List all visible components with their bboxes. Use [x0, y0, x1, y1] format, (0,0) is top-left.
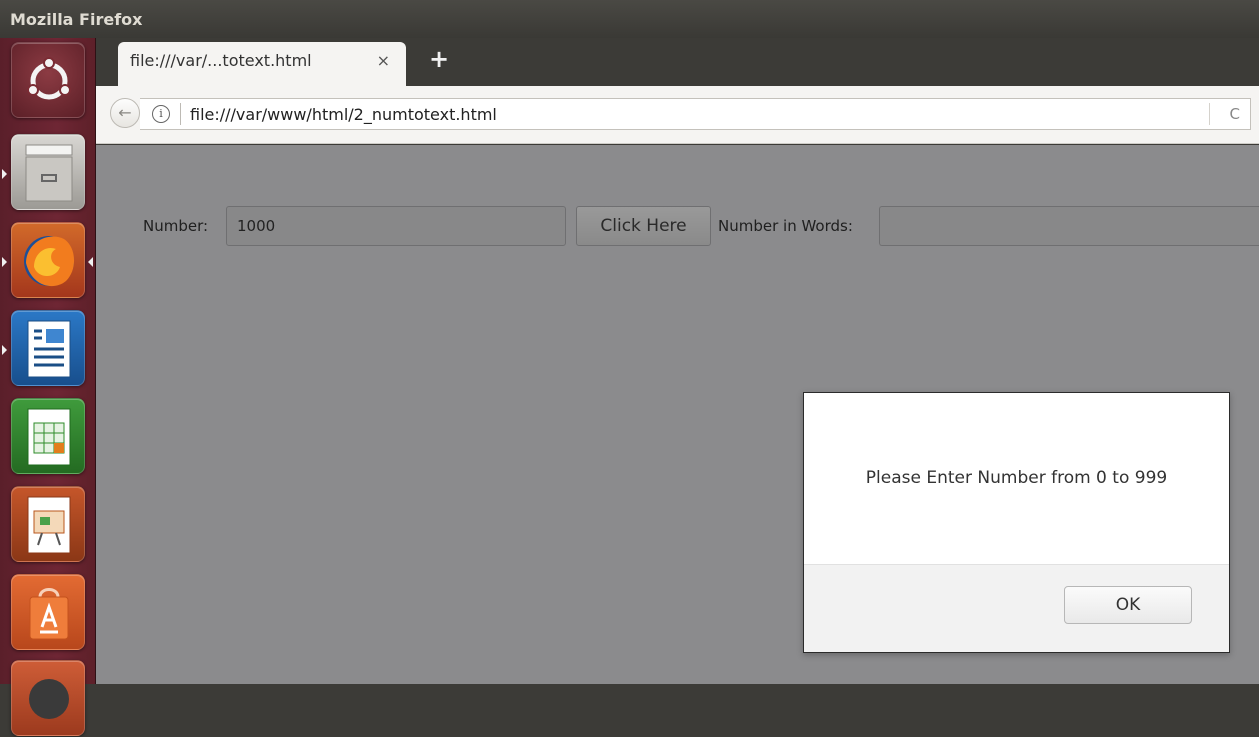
running-indicator [2, 345, 7, 355]
number-in-words-output[interactable] [879, 206, 1259, 246]
close-tab-icon[interactable]: × [377, 42, 390, 80]
launcher-firefox-button[interactable] [11, 222, 85, 298]
focused-indicator [88, 257, 93, 267]
launcher-files-button[interactable] [11, 134, 85, 210]
page-content: Number: 1000 Click Here Number in Words:… [96, 145, 1259, 684]
ok-button[interactable]: OK [1064, 586, 1192, 624]
writer-document-icon [27, 320, 71, 378]
unity-launcher [0, 38, 96, 736]
launcher-ubuntu-button[interactable] [11, 42, 85, 118]
site-info-icon[interactable]: i [152, 105, 170, 123]
url-separator [180, 103, 181, 125]
file-cabinet-icon [25, 144, 73, 202]
launcher-help-button[interactable] [11, 660, 85, 736]
navigation-bar: ← i file:///var/www/html/2_numtotext.htm… [96, 86, 1259, 144]
help-icon [29, 679, 69, 719]
calc-spreadsheet-icon [27, 408, 71, 466]
back-arrow-icon[interactable]: ← [110, 98, 140, 128]
impress-presentation-icon [27, 496, 71, 554]
new-tab-button[interactable]: + [428, 47, 450, 71]
launcher-calc-button[interactable] [11, 398, 85, 474]
url-text[interactable]: file:///var/www/html/2_numtotext.html [190, 99, 497, 130]
click-here-button[interactable]: Click Here [576, 206, 711, 246]
running-indicator [2, 169, 7, 179]
alert-footer: OK [804, 564, 1229, 652]
launcher-software-button[interactable] [11, 574, 85, 650]
tab-strip: file:///var/...totext.html × + [96, 38, 1259, 86]
address-bar[interactable]: i file:///var/www/html/2_numtotext.html … [140, 98, 1251, 130]
launcher-writer-button[interactable] [11, 310, 85, 386]
firefox-icon [24, 236, 75, 287]
number-in-words-label: Number in Words: [718, 217, 853, 235]
alert-dialog: Please Enter Number from 0 to 999 OK [803, 392, 1230, 653]
tab-title: file:///var/...totext.html [130, 51, 312, 70]
browser-tab[interactable]: file:///var/...totext.html × [118, 42, 406, 86]
number-label: Number: [143, 217, 209, 235]
software-bag-icon [29, 588, 69, 640]
reload-separator [1209, 103, 1210, 125]
reload-icon[interactable]: C [1230, 99, 1240, 130]
number-input[interactable]: 1000 [226, 206, 566, 246]
running-indicator [2, 257, 7, 267]
window-title: Mozilla Firefox [10, 10, 143, 29]
alert-message: Please Enter Number from 0 to 999 [865, 468, 1168, 488]
launcher-impress-button[interactable] [11, 486, 85, 562]
ubuntu-logo-icon [27, 57, 71, 100]
window-title-bar: Mozilla Firefox [0, 0, 1259, 38]
